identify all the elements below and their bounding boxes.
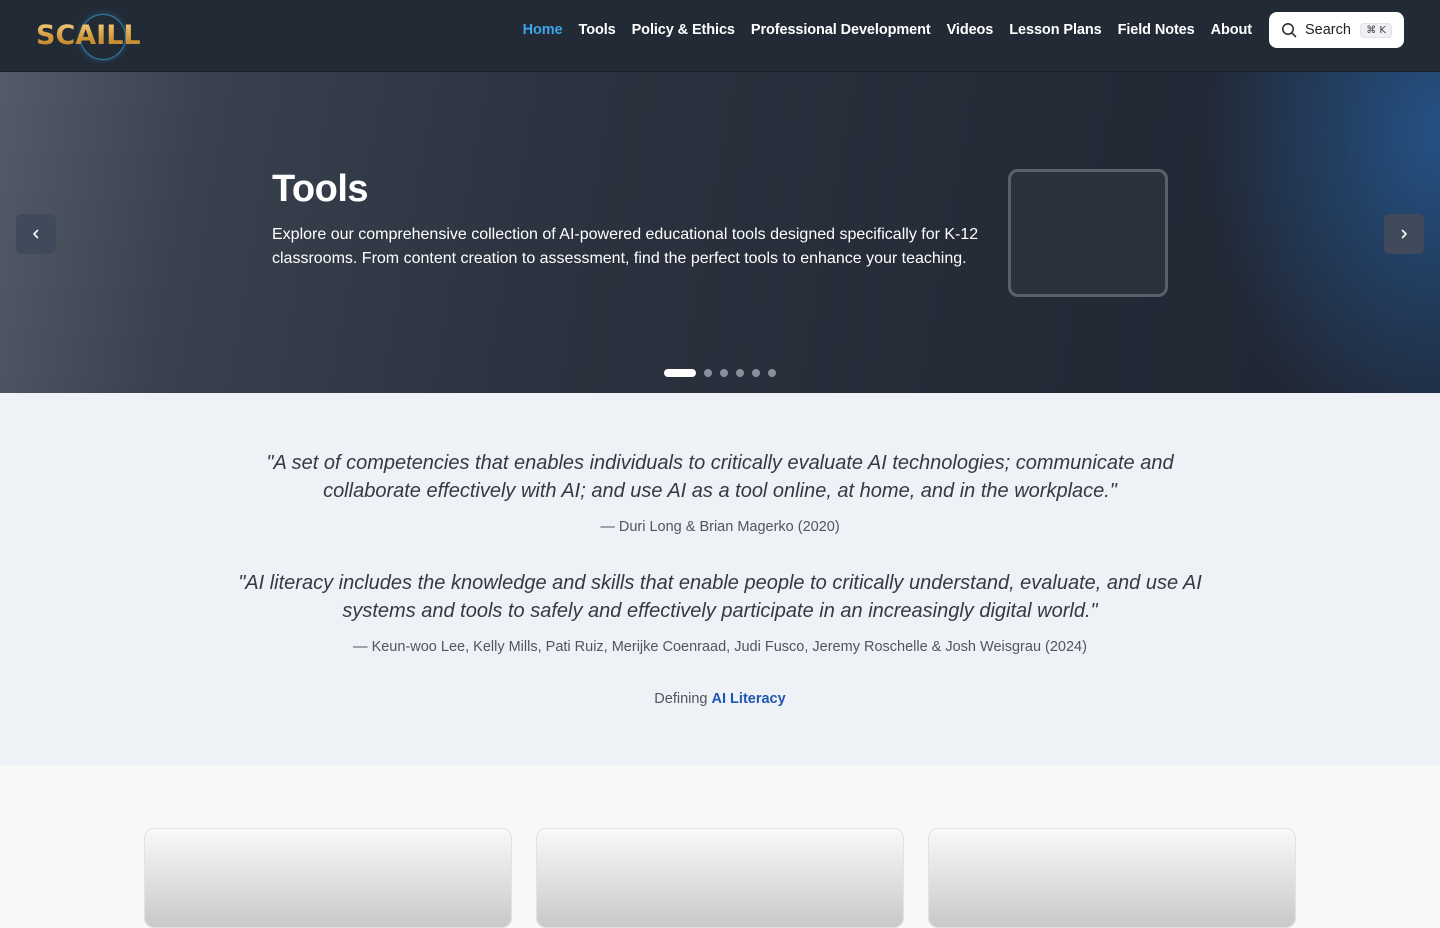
ai-literacy-quotes: "A set of competencies that enables indi… bbox=[0, 393, 1440, 765]
quote-text: "A set of competencies that enables indi… bbox=[266, 452, 1174, 502]
carousel-indicators bbox=[664, 369, 776, 377]
search-shortcut: ⌘ K bbox=[1360, 22, 1392, 38]
search-icon bbox=[1282, 23, 1297, 38]
nav-lesson-plans[interactable]: Lesson Plans bbox=[1009, 22, 1101, 38]
nav-field-notes[interactable]: Field Notes bbox=[1118, 22, 1195, 38]
ai-literacy-link[interactable]: AI Literacy bbox=[712, 691, 786, 707]
nav-policy-ethics[interactable]: Policy & Ethics bbox=[632, 22, 735, 38]
carousel-prev-button[interactable] bbox=[16, 214, 56, 254]
carousel-dot-5[interactable] bbox=[752, 369, 760, 377]
defining-ai-literacy: Defining AI Literacy bbox=[220, 691, 1220, 707]
hero-title: Tools bbox=[272, 168, 369, 210]
hero-image-frame bbox=[1008, 169, 1168, 297]
logo-text: SCAILL bbox=[36, 20, 141, 51]
site-logo[interactable]: SCAILL bbox=[36, 12, 141, 60]
chevron-right-icon bbox=[1401, 229, 1407, 239]
site-header: SCAILL Home Tools Policy & Ethics Profes… bbox=[0, 0, 1440, 72]
carousel-next-button[interactable] bbox=[1384, 214, 1424, 254]
carousel-dot-2[interactable] bbox=[704, 369, 712, 377]
carousel-dot-6[interactable] bbox=[768, 369, 776, 377]
hero-description: Explore our comprehensive collection of … bbox=[272, 226, 979, 267]
defining-prefix: Defining bbox=[654, 691, 708, 707]
hero-carousel: Tools Explore our comprehensive collecti… bbox=[0, 72, 1440, 393]
quote-text: "AI literacy includes the knowledge and … bbox=[238, 572, 1202, 622]
search-button[interactable]: Search ⌘ K bbox=[1269, 12, 1404, 48]
nav-professional-development[interactable]: Professional Development bbox=[751, 22, 931, 38]
feature-card[interactable] bbox=[536, 828, 904, 928]
nav-tools[interactable]: Tools bbox=[579, 22, 616, 38]
quote-attribution: — Duri Long & Brian Magerko (2020) bbox=[600, 519, 840, 535]
search-label: Search bbox=[1305, 22, 1351, 38]
quote-attribution: — Keun-woo Lee, Kelly Mills, Pati Ruiz, … bbox=[353, 639, 1087, 655]
carousel-dot-4[interactable] bbox=[736, 369, 744, 377]
carousel-dot-1[interactable] bbox=[664, 369, 696, 377]
nav-about[interactable]: About bbox=[1211, 22, 1252, 38]
feature-card[interactable] bbox=[928, 828, 1296, 928]
nav-home[interactable]: Home bbox=[523, 22, 563, 38]
nav-videos[interactable]: Videos bbox=[947, 22, 994, 38]
feature-card[interactable] bbox=[144, 828, 512, 928]
carousel-dot-3[interactable] bbox=[720, 369, 728, 377]
main-nav: Home Tools Policy & Ethics Professional … bbox=[523, 0, 1252, 60]
chevron-left-icon bbox=[33, 229, 39, 239]
